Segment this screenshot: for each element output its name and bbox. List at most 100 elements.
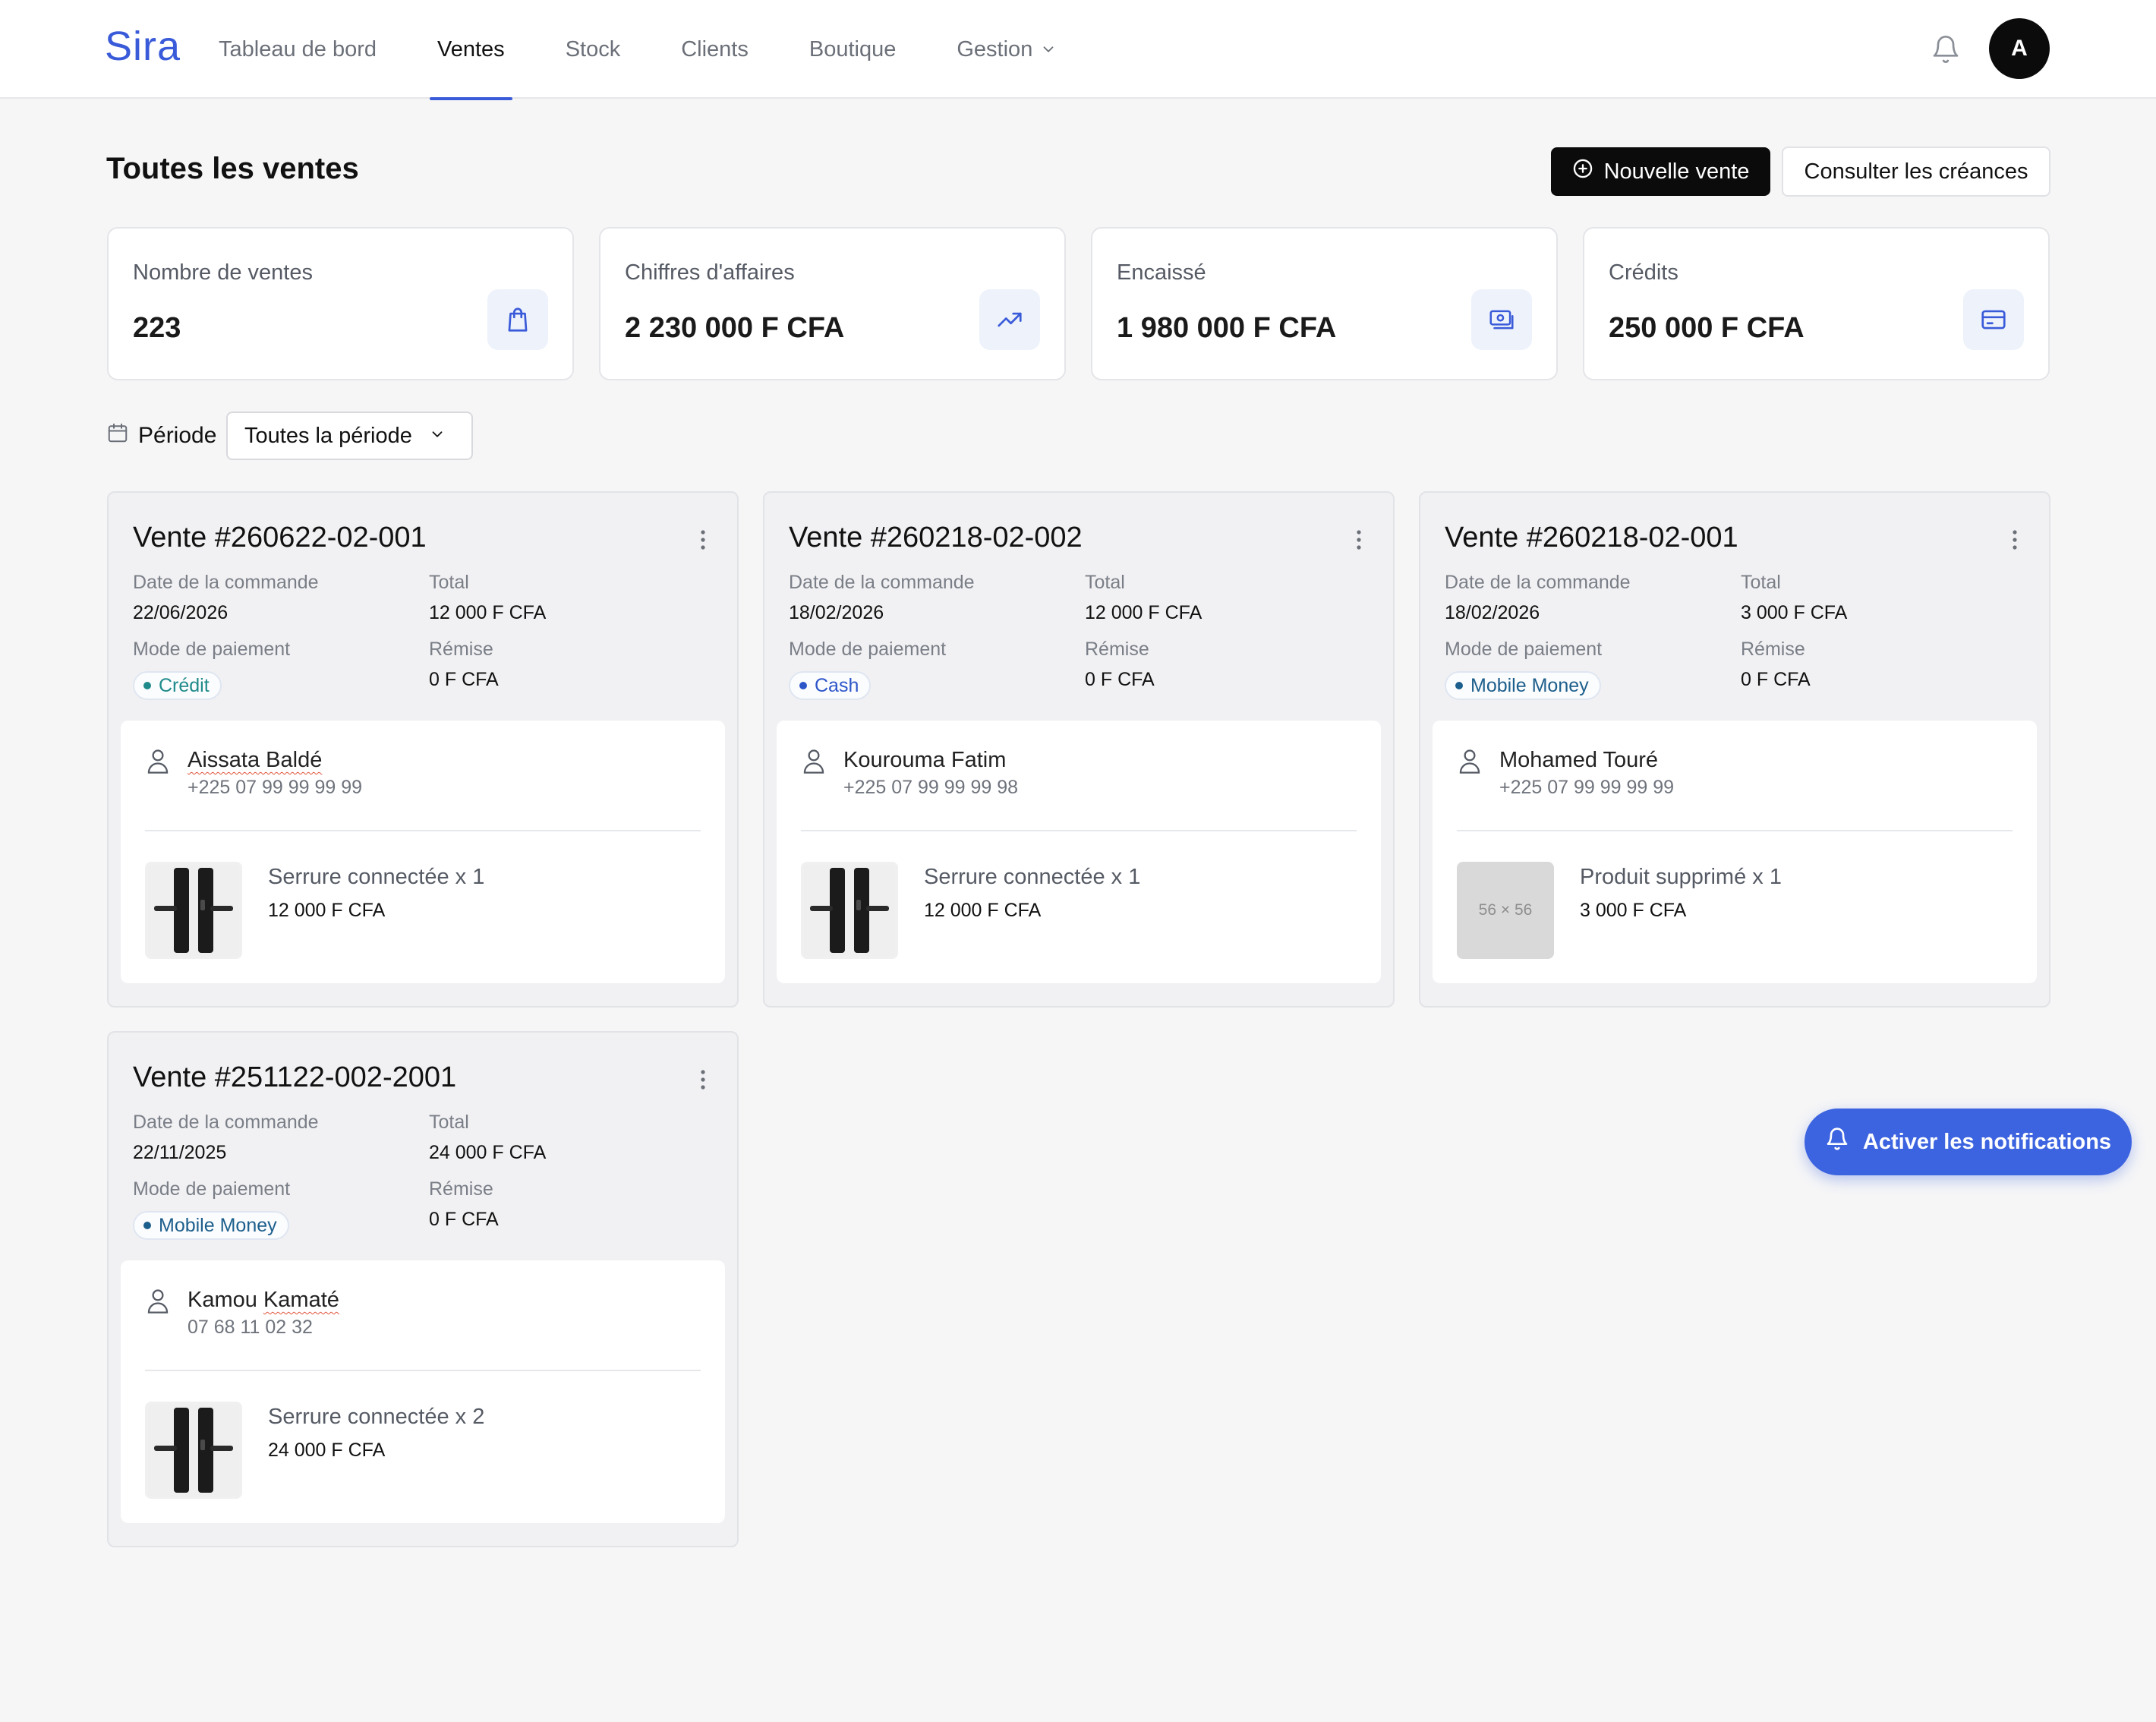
customer-name[interactable]: Kamou Kamaté bbox=[188, 1288, 339, 1313]
order-date-label: Date de la commande bbox=[1445, 572, 1631, 593]
sale-title: Vente #260218-02-002 bbox=[789, 522, 1083, 554]
payment-badge: Crédit bbox=[133, 671, 222, 700]
total-label: Total bbox=[429, 572, 469, 593]
more-options-icon[interactable] bbox=[692, 525, 714, 555]
new-sale-button[interactable]: Nouvelle vente bbox=[1551, 147, 1770, 196]
customer-name[interactable]: Kourouma Fatim bbox=[843, 748, 1006, 773]
chevron-down-icon bbox=[1040, 41, 1057, 58]
divider bbox=[145, 1370, 701, 1371]
nav-gestion-label: Gestion bbox=[957, 36, 1033, 62]
stat-card-revenue: Chiffres d'affaires 2 230 000 F CFA bbox=[599, 227, 1066, 380]
page-title: Toutes les ventes bbox=[106, 152, 359, 185]
order-date-label: Date de la commande bbox=[133, 1112, 319, 1133]
bell-icon bbox=[1825, 1127, 1849, 1157]
page: Sira Tableau de bord Ventes Stock Client… bbox=[0, 0, 2156, 1722]
customer-name[interactable]: Aissata Baldé bbox=[188, 748, 322, 773]
status-dot bbox=[1455, 682, 1463, 689]
bell-icon[interactable] bbox=[1928, 32, 1963, 67]
customer-phone: 07 68 11 02 32 bbox=[188, 1317, 313, 1338]
discount-label: Rémise bbox=[1085, 639, 1149, 660]
status-dot bbox=[143, 1222, 151, 1229]
stat-label: Crédits bbox=[1609, 260, 1678, 285]
total-label: Total bbox=[1085, 572, 1125, 593]
period-select-value: Toutes la période bbox=[244, 423, 412, 448]
trending-up-icon bbox=[979, 289, 1040, 350]
sale-title: Vente #251122-002-2001 bbox=[133, 1061, 457, 1093]
calendar-icon bbox=[106, 421, 129, 450]
customer-phone: +225 07 99 99 99 99 bbox=[188, 777, 363, 798]
product-image-placeholder: 56 × 56 bbox=[1457, 862, 1554, 959]
more-options-icon[interactable] bbox=[2003, 525, 2026, 555]
payment-mode-label: Mode de paiement bbox=[133, 639, 291, 660]
smart-lock-icon bbox=[148, 865, 239, 956]
customer-phone: +225 07 99 99 99 98 bbox=[843, 777, 1019, 798]
payment-mode-label: Mode de paiement bbox=[789, 639, 947, 660]
main-nav: Tableau de bord Ventes Stock Clients Bou… bbox=[205, 0, 1104, 100]
product-price: 24 000 F CFA bbox=[268, 1440, 386, 1461]
user-icon bbox=[801, 746, 827, 779]
payment-mode: Mobile Money bbox=[159, 1214, 277, 1236]
stat-card-collected: Encaissé 1 980 000 F CFA bbox=[1091, 227, 1558, 380]
more-options-icon[interactable] bbox=[692, 1064, 714, 1095]
order-date: 22/06/2026 bbox=[133, 602, 229, 623]
view-receivables-button[interactable]: Consulter les créances bbox=[1782, 147, 2050, 197]
nav-gestion[interactable]: Gestion bbox=[943, 0, 1070, 99]
top-navigation-bar: Sira Tableau de bord Ventes Stock Client… bbox=[0, 0, 2156, 100]
sale-card[interactable]: Vente #260218-02-001 Date de la commande… bbox=[1419, 491, 2050, 1008]
order-date: 18/02/2026 bbox=[789, 602, 884, 623]
stat-label: Encaissé bbox=[1117, 260, 1206, 285]
total-label: Total bbox=[429, 1112, 469, 1133]
customer-name[interactable]: Mohamed Touré bbox=[1499, 748, 1658, 773]
user-icon bbox=[1457, 746, 1483, 779]
product-image bbox=[801, 862, 898, 959]
total-value: 24 000 F CFA bbox=[429, 1142, 547, 1163]
order-date-label: Date de la commande bbox=[133, 572, 319, 593]
payment-mode-label: Mode de paiement bbox=[1445, 639, 1603, 660]
sale-details: Kamou Kamaté 07 68 11 02 32 Serrure conn… bbox=[121, 1260, 725, 1523]
stat-value: 2 230 000 F CFA bbox=[625, 312, 845, 344]
stat-value: 223 bbox=[133, 312, 181, 344]
sale-details: Mohamed Touré +225 07 99 99 99 99 56 × 5… bbox=[1433, 721, 2037, 983]
order-date: 22/11/2025 bbox=[133, 1142, 227, 1163]
discount-label: Rémise bbox=[429, 1178, 493, 1200]
sale-card[interactable]: Vente #260622-02-001 Date de la commande… bbox=[107, 491, 739, 1008]
nav-ventes[interactable]: Ventes bbox=[424, 0, 519, 100]
sale-card[interactable]: Vente #251122-002-2001 Date de la comman… bbox=[107, 1031, 739, 1547]
nav-clients[interactable]: Clients bbox=[667, 0, 762, 99]
smart-lock-icon bbox=[148, 1405, 239, 1496]
product-price: 12 000 F CFA bbox=[268, 900, 386, 921]
status-dot bbox=[143, 682, 151, 689]
nav-boutique[interactable]: Boutique bbox=[796, 0, 910, 99]
enable-notifications-label: Activer les notifications bbox=[1862, 1129, 2112, 1154]
payment-badge: Mobile Money bbox=[1445, 671, 1601, 700]
period-select[interactable]: Toutes la période bbox=[226, 412, 473, 460]
sale-title: Vente #260218-02-001 bbox=[1445, 522, 1738, 554]
product-image bbox=[145, 1402, 242, 1499]
total-value: 3 000 F CFA bbox=[1741, 602, 1848, 623]
order-date: 18/02/2026 bbox=[1445, 602, 1540, 623]
divider bbox=[145, 830, 701, 831]
sale-card[interactable]: Vente #260218-02-002 Date de la commande… bbox=[763, 491, 1395, 1008]
divider bbox=[1457, 830, 2013, 831]
sale-title: Vente #260622-02-001 bbox=[133, 522, 427, 554]
total-label: Total bbox=[1741, 572, 1781, 593]
nav-stock[interactable]: Stock bbox=[552, 0, 635, 99]
payment-badge: Cash bbox=[789, 671, 872, 700]
app-logo[interactable]: Sira bbox=[105, 23, 181, 70]
enable-notifications-button[interactable]: Activer les notifications bbox=[1805, 1109, 2132, 1175]
stat-value: 250 000 F CFA bbox=[1609, 312, 1805, 344]
shopping-bag-icon bbox=[487, 289, 548, 350]
total-value: 12 000 F CFA bbox=[429, 602, 547, 623]
discount-value: 0 F CFA bbox=[1741, 669, 1811, 690]
more-options-icon[interactable] bbox=[1348, 525, 1370, 555]
product-name: Serrure connectée x 1 bbox=[268, 865, 485, 889]
payment-mode: Crédit bbox=[159, 674, 210, 696]
nav-tableau-de-bord[interactable]: Tableau de bord bbox=[205, 0, 390, 99]
smart-lock-icon bbox=[804, 865, 895, 956]
banknote-icon bbox=[1471, 289, 1532, 350]
discount-value: 0 F CFA bbox=[429, 669, 499, 690]
avatar[interactable]: A bbox=[1989, 18, 2050, 79]
stat-value: 1 980 000 F CFA bbox=[1117, 312, 1337, 344]
discount-label: Rémise bbox=[1741, 639, 1805, 660]
user-icon bbox=[145, 746, 171, 779]
